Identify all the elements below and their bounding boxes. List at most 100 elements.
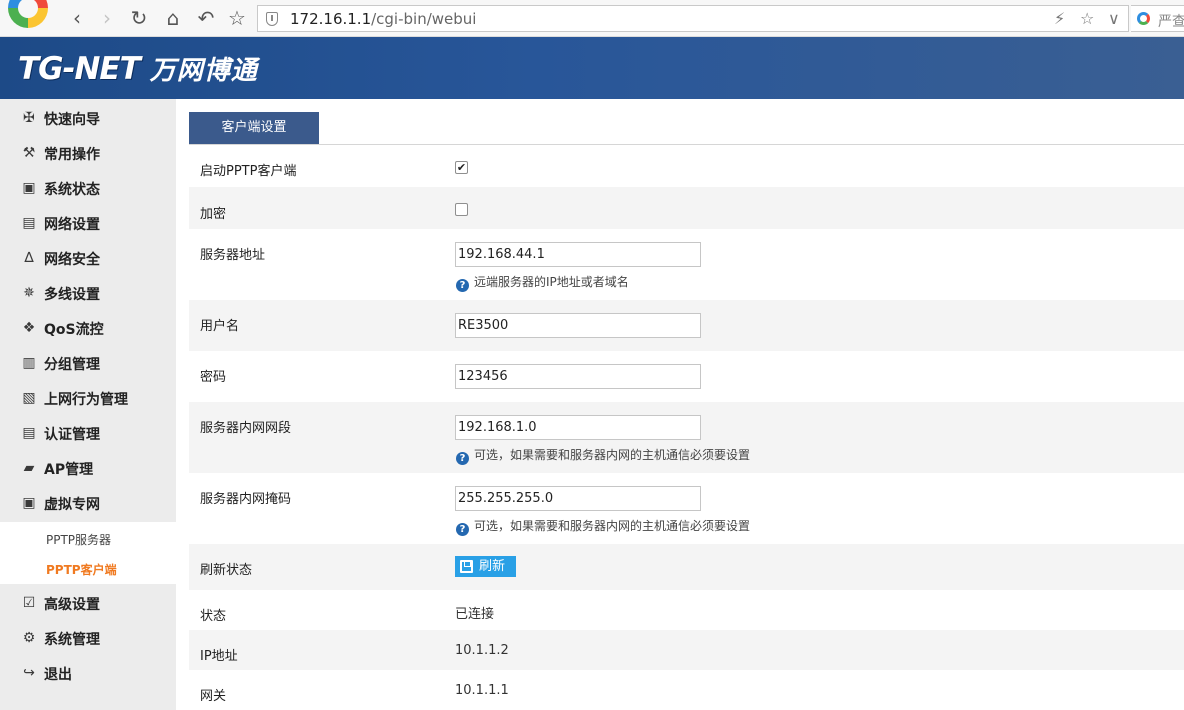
sidebar-item-auth-mgmt[interactable]: ▤ 认证管理 <box>0 416 176 451</box>
enable-checkbox[interactable]: ✔ <box>455 161 468 174</box>
undo-button[interactable]: ↶ <box>193 6 219 30</box>
sidebar-item-label: 退出 <box>44 667 72 683</box>
server-address-input[interactable]: 192.168.44.1 <box>455 242 701 267</box>
sidebar-item-network-security[interactable]: ∆ 网络安全 <box>0 241 176 276</box>
sidebar-item-ap-mgmt[interactable]: ▰ AP管理 <box>0 451 176 486</box>
submenu-item-pptp-server[interactable]: PPTP服务器 <box>46 531 111 548</box>
vpn-submenu: PPTP服务器 PPTP客户端 <box>0 522 176 584</box>
sidebar-item-system-status[interactable]: ▣ 系统状态 <box>0 171 176 206</box>
form-row-mask: 服务器内网掩码 255.255.255.0 ? 可选，如果需要和服务器内网的主机通… <box>189 473 1184 544</box>
sidebar-item-label: 系统管理 <box>44 632 100 648</box>
ip-value: 10.1.1.2 <box>455 643 509 658</box>
refresh-label: 刷新状态 <box>200 563 253 578</box>
encrypt-checkbox[interactable] <box>455 203 468 216</box>
sidebar-item-system-mgmt[interactable]: ⚙ 系统管理 <box>0 621 176 656</box>
form-row-password: 密码 123456 <box>189 351 1184 402</box>
lightning-icon[interactable]: ⚡ <box>1054 9 1065 28</box>
sidebar-item-label: 系统状态 <box>44 182 100 198</box>
sidebar-item-vpn[interactable]: ▣ 虚拟专网 <box>0 486 176 521</box>
form-row-server: 服务器地址 192.168.44.1 ? 远端服务器的IP地址或者域名 <box>189 229 1184 300</box>
form-row-ip: IP地址 10.1.1.2 <box>189 630 1184 670</box>
subnet-label: 服务器内网网段 <box>200 421 292 436</box>
monitor-chart-icon: ▣ <box>22 180 36 196</box>
sidebar-item-label: 网络安全 <box>44 252 100 268</box>
gear-icon: ⚙ <box>22 630 36 646</box>
sidebar-item-network-settings[interactable]: ▤ 网络设置 <box>0 206 176 241</box>
shield-icon <box>266 12 278 26</box>
dropdown-chevron-icon[interactable]: ∨ <box>1108 9 1120 28</box>
sidebar-item-common-ops[interactable]: ⚒ 常用操作 <box>0 136 176 171</box>
gateway-label: 网关 <box>200 689 227 704</box>
sidebar-item-advanced[interactable]: ☑ 高级设置 <box>0 586 176 621</box>
favorite-star-icon[interactable]: ☆ <box>1080 9 1094 28</box>
reload-button[interactable]: ↻ <box>126 6 152 30</box>
sidebar-item-behavior-mgmt[interactable]: ▧ 上网行为管理 <box>0 381 176 416</box>
forward-button[interactable]: › <box>94 6 120 30</box>
address-bar[interactable]: 172.16.1.1/cgi-bin/webui ⚡ ☆ ∨ <box>257 5 1129 32</box>
subnet-hint: ? 可选，如果需要和服务器内网的主机通信必须要设置 <box>456 446 750 465</box>
logo-brand-text: TG-NET <box>18 51 141 87</box>
multiline-icon: ✵ <box>23 285 35 301</box>
brand-logo: TG-NET 万网博通 <box>18 50 258 87</box>
mask-label: 服务器内网掩码 <box>200 492 292 507</box>
form-row-gateway: 网关 10.1.1.1 <box>189 670 1184 710</box>
sidebar-item-label: 认证管理 <box>44 427 100 443</box>
mask-hint-text: 可选，如果需要和服务器内网的主机通信必须要设置 <box>474 519 751 533</box>
browser-toolbar: ‹ › ↻ ⌂ ↶ ☆ 172.16.1.1/cgi-bin/webui ⚡ ☆… <box>0 0 1184 37</box>
bookmark-star-button[interactable]: ☆ <box>224 6 250 30</box>
sidebar-item-label: 虚拟专网 <box>44 497 100 513</box>
form-row-refresh: 刷新状态 刷新 <box>189 544 1184 590</box>
document-icon: ▤ <box>22 425 36 441</box>
subnet-input[interactable]: 192.168.1.0 <box>455 415 701 440</box>
logo-chinese-text: 万网博通 <box>149 56 258 86</box>
behavior-icon: ▧ <box>22 390 36 406</box>
sidebar-item-label: 分组管理 <box>44 357 100 373</box>
form-row-encrypt: 加密 <box>189 187 1184 229</box>
logout-icon: ↪ <box>23 665 35 681</box>
submenu-item-pptp-client[interactable]: PPTP客户端 <box>46 561 117 578</box>
ip-label: IP地址 <box>200 649 238 664</box>
mask-input[interactable]: 255.255.255.0 <box>455 486 701 511</box>
status-value: 已连接 <box>455 607 495 622</box>
sidebar-item-label: AP管理 <box>44 462 94 478</box>
sidebar-item-label: 多线设置 <box>44 287 100 303</box>
tab-client-settings[interactable]: 客户端设置 <box>189 112 319 144</box>
sidebar-item-label: 快速向导 <box>44 112 100 128</box>
password-input[interactable]: 123456 <box>455 364 701 389</box>
network-card-icon: ▤ <box>22 215 36 231</box>
wrench-icon: ⚒ <box>22 145 36 161</box>
help-icon: ? <box>456 452 469 465</box>
help-icon: ? <box>456 523 469 536</box>
username-input[interactable]: RE3500 <box>455 313 701 338</box>
sidebar-item-label: QoS流控 <box>44 322 104 338</box>
folders-icon: ▥ <box>22 355 36 371</box>
mask-hint: ? 可选，如果需要和服务器内网的主机通信必须要设置 <box>456 517 750 536</box>
search-text: 严查 <box>1158 14 1184 30</box>
subnet-hint-text: 可选，如果需要和服务器内网的主机通信必须要设置 <box>474 448 751 462</box>
form-row-enable: 启动PPTP客户端 ✔ <box>189 145 1184 187</box>
sidebar-item-label: 网络设置 <box>44 217 100 233</box>
search-box[interactable]: 严查 <box>1131 5 1184 32</box>
sidebar-item-group-mgmt[interactable]: ▥ 分组管理 <box>0 346 176 381</box>
form-row-subnet: 服务器内网网段 192.168.1.0 ? 可选，如果需要和服务器内网的主机通信必… <box>189 402 1184 473</box>
signpost-icon: ✠ <box>23 110 35 126</box>
refresh-button-label: 刷新 <box>479 559 506 574</box>
back-button[interactable]: ‹ <box>64 6 90 30</box>
form-row-status: 状态 已连接 <box>189 590 1184 630</box>
checklist-icon: ☑ <box>22 595 36 611</box>
ap-folder-icon: ▰ <box>23 460 35 476</box>
security-icon: ∆ <box>24 250 34 266</box>
sidebar-item-qos[interactable]: ❖ QoS流控 <box>0 311 176 346</box>
sidebar-item-quick-guide[interactable]: ✠ 快速向导 <box>0 101 176 136</box>
sidebar-item-multiline[interactable]: ✵ 多线设置 <box>0 276 176 311</box>
sidebar-item-label: 常用操作 <box>44 147 100 163</box>
refresh-button[interactable]: 刷新 <box>455 556 516 577</box>
enable-label: 启动PPTP客户端 <box>200 164 297 179</box>
lock-icon: ▣ <box>22 495 36 511</box>
encrypt-label: 加密 <box>200 207 227 222</box>
save-icon <box>460 560 473 573</box>
home-button[interactable]: ⌂ <box>160 6 186 30</box>
sidebar-item-logout[interactable]: ↪ 退出 <box>0 656 176 691</box>
browser-logo-icon[interactable] <box>6 0 50 33</box>
gateway-value: 10.1.1.1 <box>455 683 509 698</box>
